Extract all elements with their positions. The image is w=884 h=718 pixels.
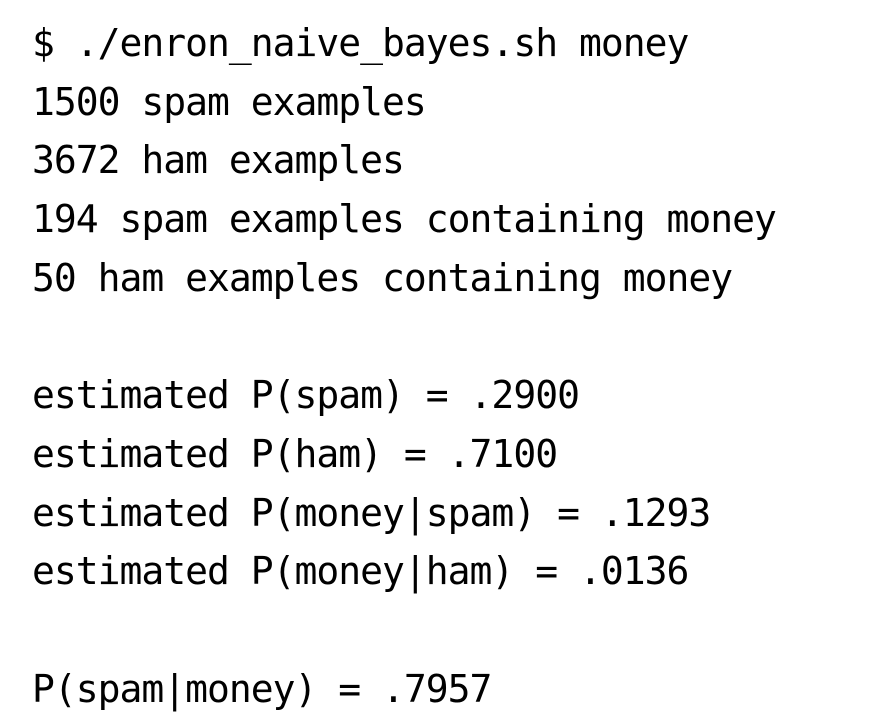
ham-count-line: 3672 ham examples <box>32 138 405 183</box>
estimate-p-spam-line: estimated P(spam) = .2900 <box>32 373 580 418</box>
estimate-p-ham-line: estimated P(ham) = .7100 <box>32 431 558 476</box>
command-line: $ ./enron_naive_bayes.sh money <box>32 21 689 65</box>
estimate-p-word-given-spam-line: estimated P(money|spam) = .1293 <box>32 490 711 535</box>
ham-containing-word-line: 50 ham examples containing money <box>32 255 733 300</box>
estimate-p-word-given-ham-line: estimated P(money|ham) = .0136 <box>32 549 689 594</box>
terminal-output: $ ./enron_naive_bayes.sh money 1500 spam… <box>0 0 884 714</box>
posterior-result-line: P(spam|money) = .7957 <box>32 666 492 711</box>
spam-containing-word-line: 194 spam examples containing money <box>32 197 777 242</box>
spam-count-line: 1500 spam examples <box>32 79 427 124</box>
